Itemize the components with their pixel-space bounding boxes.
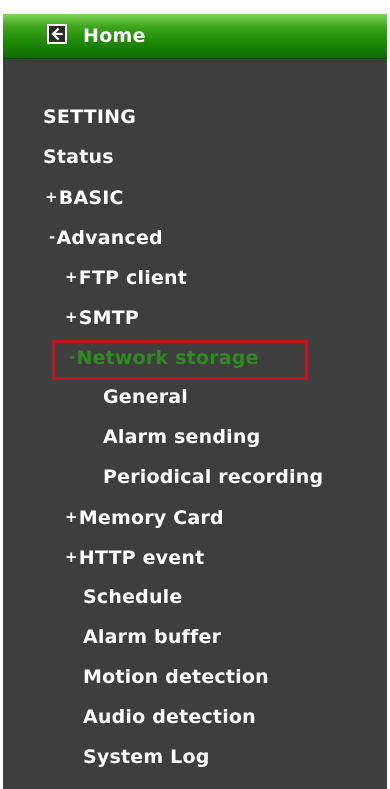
collapse-minus-icon: - bbox=[49, 228, 56, 246]
menu-heading-setting: SETTING bbox=[43, 102, 136, 132]
menu-label: Motion detection bbox=[83, 666, 269, 688]
menu-item-http-event[interactable]: +HTTP event bbox=[65, 542, 204, 572]
sidebar-panel: Home SETTING Status +BASIC -Advanced +FT… bbox=[3, 14, 387, 789]
home-label[interactable]: Home bbox=[83, 25, 146, 47]
menu-item-periodical-recording[interactable]: Periodical recording bbox=[103, 462, 323, 492]
expand-plus-icon: + bbox=[45, 188, 58, 206]
menu-label: FTP client bbox=[78, 267, 188, 289]
expand-plus-icon: + bbox=[65, 548, 78, 566]
menu-item-motion-detection[interactable]: Motion detection bbox=[83, 662, 269, 692]
menu-label: SETTING bbox=[43, 106, 136, 128]
menu-label: General bbox=[103, 386, 188, 408]
menu-label: Status bbox=[43, 146, 114, 168]
menu-label: BASIC bbox=[58, 187, 124, 209]
menu-label: Alarm sending bbox=[103, 426, 261, 448]
expand-plus-icon: + bbox=[65, 308, 78, 326]
collapse-minus-icon: - bbox=[69, 348, 76, 366]
menu-item-general[interactable]: General bbox=[103, 382, 188, 412]
menu-item-memory-card[interactable]: +Memory Card bbox=[65, 502, 224, 532]
menu-label: Schedule bbox=[83, 586, 183, 608]
menu-label: Audio detection bbox=[83, 706, 256, 728]
menu-item-basic[interactable]: +BASIC bbox=[45, 182, 124, 212]
menu-item-schedule[interactable]: Schedule bbox=[83, 582, 183, 612]
expand-plus-icon: + bbox=[65, 268, 78, 286]
menu-label: SMTP bbox=[78, 307, 140, 329]
menu-label: Network storage bbox=[76, 347, 259, 369]
menu-item-audio-detection[interactable]: Audio detection bbox=[83, 702, 256, 732]
menu-label: Advanced bbox=[56, 227, 163, 249]
menu-label: HTTP event bbox=[78, 547, 205, 569]
menu-item-system-log[interactable]: System Log bbox=[83, 742, 210, 772]
menu-item-advanced[interactable]: -Advanced bbox=[49, 222, 163, 252]
home-bar[interactable]: Home bbox=[3, 14, 387, 59]
menu-label: System Log bbox=[83, 746, 210, 768]
menu-item-ftp-client[interactable]: +FTP client bbox=[65, 262, 187, 292]
menu-item-network-storage[interactable]: -Network storage bbox=[69, 342, 259, 372]
menu-label: Memory Card bbox=[78, 507, 224, 529]
page-frame: Home SETTING Status +BASIC -Advanced +FT… bbox=[0, 0, 390, 789]
back-arrow-icon[interactable] bbox=[47, 24, 67, 44]
menu-item-smtp[interactable]: +SMTP bbox=[65, 302, 139, 332]
menu-label: Alarm buffer bbox=[83, 626, 222, 648]
menu-label: Periodical recording bbox=[103, 466, 324, 488]
menu-item-alarm-sending[interactable]: Alarm sending bbox=[103, 422, 260, 452]
expand-plus-icon: + bbox=[65, 508, 78, 526]
menu-item-alarm-buffer[interactable]: Alarm buffer bbox=[83, 622, 221, 652]
menu-item-status[interactable]: Status bbox=[43, 142, 114, 172]
